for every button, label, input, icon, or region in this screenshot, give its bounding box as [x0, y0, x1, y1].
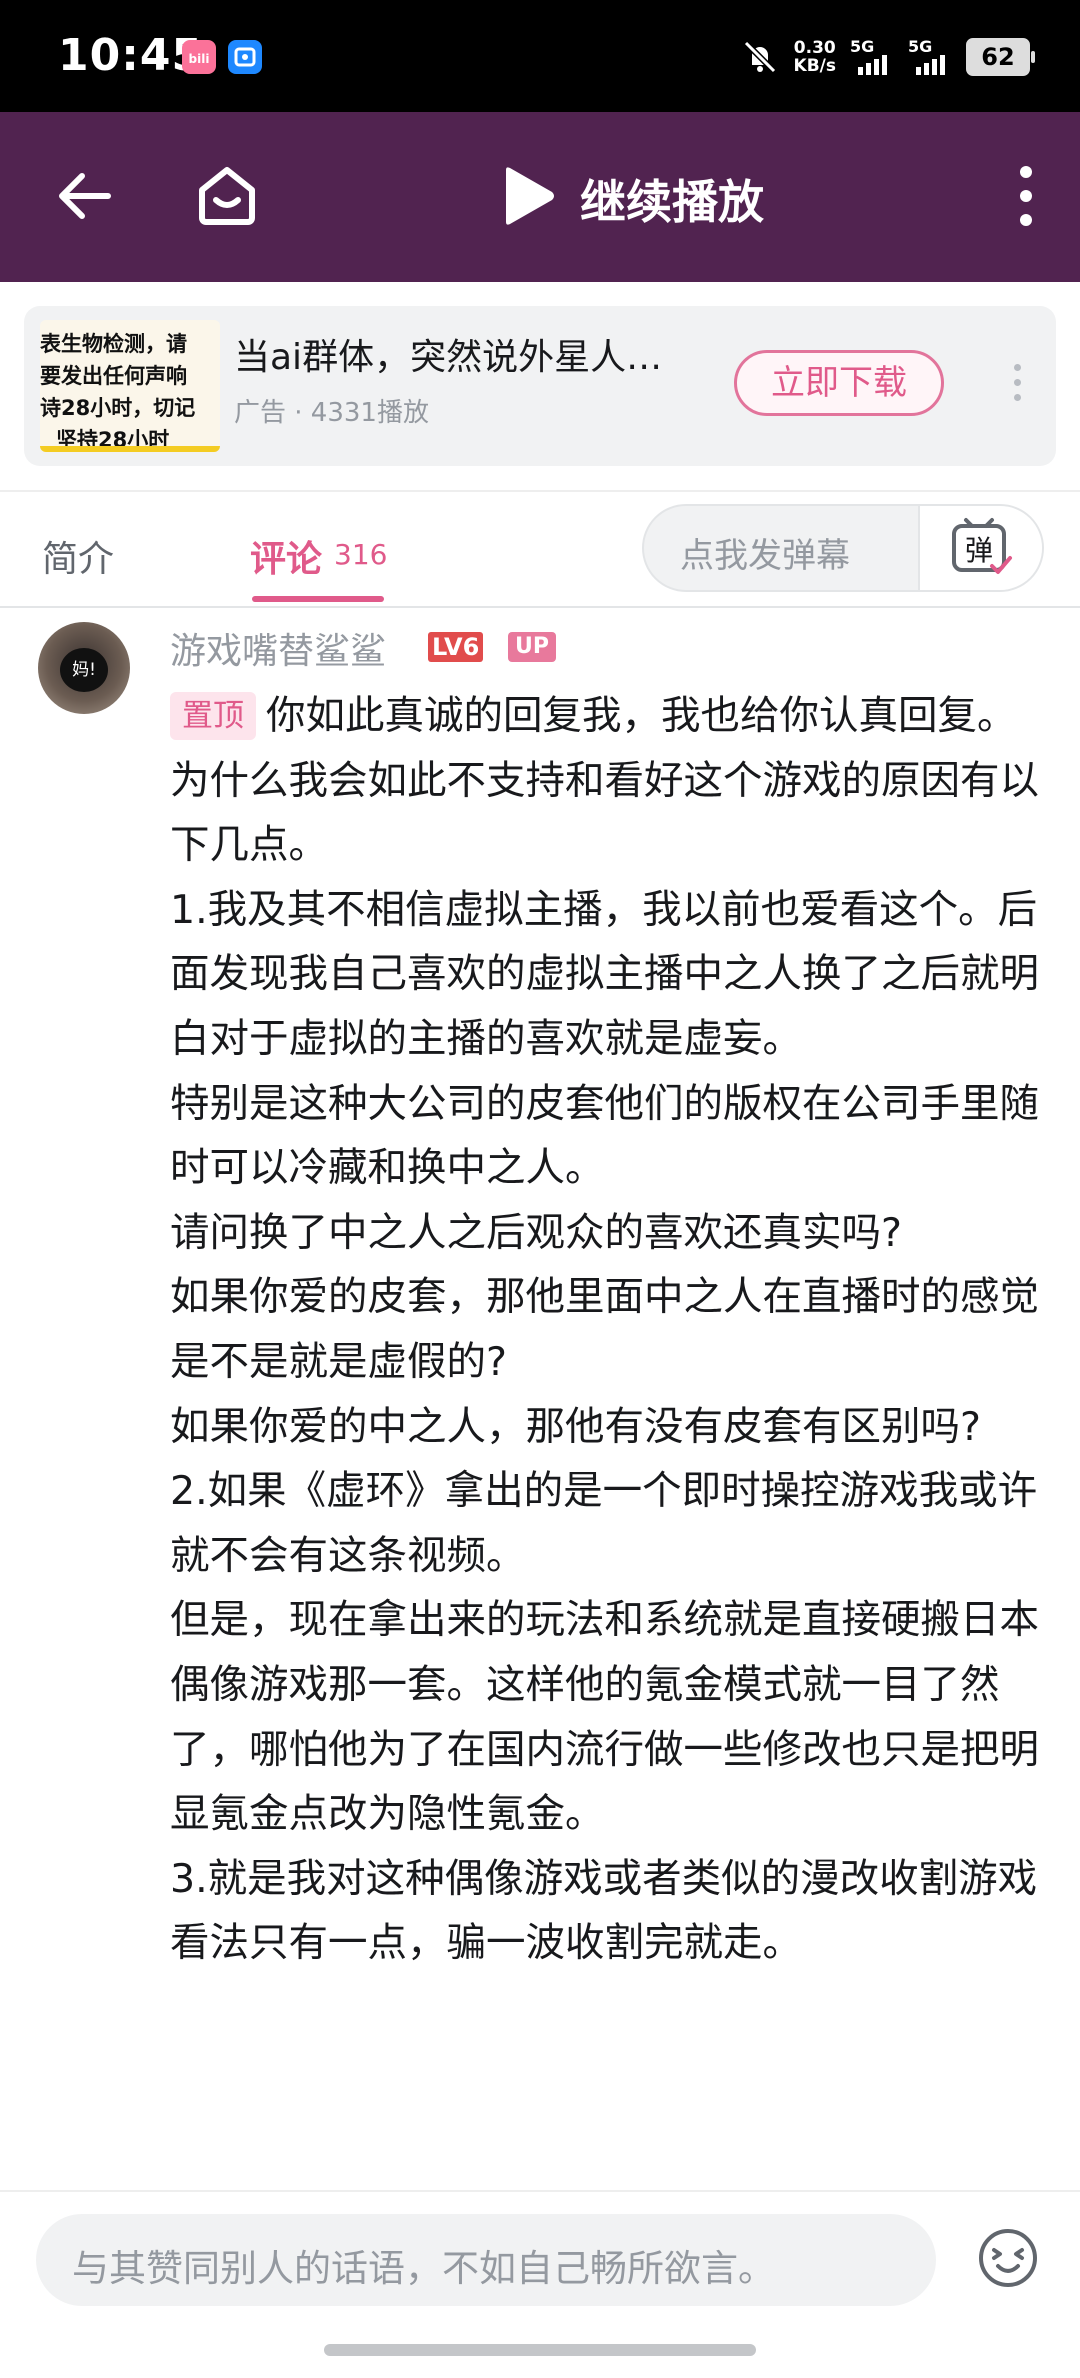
status-bar: 10:45 bili 0.30 KB/s 5G 5G 62	[0, 0, 1080, 112]
danmaku-icon-text: 弹	[965, 534, 993, 567]
danmaku-input[interactable]: 点我发弹幕 弹	[642, 504, 1044, 592]
sim2-label: 5G	[908, 37, 933, 56]
battery-icon: 62	[966, 38, 1035, 76]
level-badge: LV6	[428, 632, 484, 662]
continue-play-title[interactable]: 继续播放	[580, 166, 764, 232]
comment-text: 你如此真诚的回复我，我也给你认真回复。	[266, 693, 1017, 739]
comment-paragraph: 请问换了中之人之后观众的喜欢还真实吗?	[170, 1209, 902, 1256]
comment-body[interactable]: 置顶 你如此真诚的回复我，我也给你认真回复。 为什么我会如此不支持和看好这个游戏的…	[170, 684, 1046, 1976]
danmaku-icon: 弹	[952, 518, 1012, 574]
net-speed: 0.30 KB/s	[794, 39, 836, 75]
comment-paragraph: 为什么我会如此不支持和看好这个游戏的原因有以下几点。	[170, 757, 1039, 869]
comment-paragraph: 但是，现在拿出来的玩法和系统就是直接硬搬日本偶像游戏那一套。这样他的氪金模式就一…	[170, 1597, 1039, 1838]
net-speed-value: 0.30	[793, 38, 836, 58]
danmaku-toggle-button[interactable]: 弹	[918, 506, 1042, 590]
danmaku-placeholder: 点我发弹幕	[680, 536, 850, 576]
comment-paragraph: 置顶 你如此真诚的回复我，我也给你认真回复。	[170, 684, 1046, 749]
comment-count: 316	[334, 538, 388, 571]
comment-input[interactable]: 与其赞同别人的话语，不如自己畅所欲言。	[36, 2214, 936, 2306]
back-arrow-icon[interactable]	[52, 164, 116, 228]
comment-paragraph: 如果你爱的皮套，那他里面中之人在直播时的感觉是不是就是虚假的?	[170, 1274, 1039, 1385]
ad-card[interactable]: 表生物检测，请 要发出任何声响 诗28小时，切记 坚持28小时 当ai群体，突然…	[24, 306, 1056, 466]
tab-intro[interactable]: 简介	[42, 530, 114, 582]
home-icon[interactable]	[192, 160, 262, 230]
ad-title[interactable]: 当ai群体，突然说外星人…	[234, 328, 662, 380]
ad-thumb-line: 要发出任何声响	[40, 364, 187, 388]
comment-input-placeholder: 与其赞同别人的话语，不如自己畅所欲言。	[72, 2247, 775, 2290]
ad-thumb-stripe	[40, 446, 220, 452]
play-icon[interactable]	[498, 164, 558, 228]
battery-level: 62	[981, 43, 1015, 71]
sim1-label: 5G	[850, 37, 875, 56]
comment-paragraph: 1.我及其不相信虚拟主播，我以前也爱看这个。后面发现我自己喜欢的虚拟主播中之人换…	[170, 886, 1039, 1062]
comment-paragraph: 特别是这种大公司的皮套他们的版权在公司手里随时可以冷藏和换中之人。	[170, 1080, 1039, 1192]
avatar-text: 妈!	[60, 648, 108, 692]
comment-paragraph: 如果你爱的中之人，那他有没有皮套有区别吗?	[170, 1403, 981, 1450]
ad-thumbnail[interactable]: 表生物检测，请 要发出任何声响 诗28小时，切记 坚持28小时	[40, 320, 220, 452]
ad-meta: 广告 · 4331播放	[234, 398, 429, 428]
emoji-icon[interactable]	[976, 2226, 1040, 2290]
bilibili-app-icon: bili	[182, 40, 216, 74]
mute-icon	[743, 40, 776, 74]
active-tab-indicator	[252, 596, 384, 602]
ad-thumb-line: 表生物检测，请	[40, 332, 187, 356]
tab-comments[interactable]: 评论	[250, 530, 322, 582]
comment-paragraph: 3.就是我对这种偶像游戏或者类似的漫改收割游戏看法只有一点，骗一波收割完就走。	[170, 1855, 1038, 1967]
net-speed-unit: KB/s	[793, 56, 836, 76]
top-app-bar: 继续播放	[0, 112, 1080, 282]
comment-input-bar: 与其赞同别人的话语，不如自己畅所欲言。	[0, 2190, 1080, 2378]
gesture-bar[interactable]	[324, 2344, 756, 2356]
download-button[interactable]: 立即下载	[734, 350, 944, 416]
signal-icon-2: 5G	[908, 37, 952, 77]
pinned-badge: 置顶	[170, 692, 256, 740]
tab-bar: 简介 评论 316 点我发弹幕 弹	[0, 490, 1080, 608]
ad-more-icon[interactable]	[1014, 364, 1022, 404]
svg-text:bili: bili	[189, 52, 210, 66]
comment-username[interactable]: 游戏嘴替鲨鲨	[170, 622, 386, 674]
more-vertical-icon[interactable]	[1016, 164, 1036, 228]
comment-paragraph: 2.如果《虚环》拿出的是一个即时操控游戏我或许就不会有这条视频。	[170, 1468, 1038, 1579]
signal-icon: 5G	[850, 37, 894, 77]
status-right: 0.30 KB/s 5G 5G 62	[740, 32, 1035, 82]
avatar[interactable]: 妈!	[38, 622, 130, 714]
ad-thumb-line: 诗28小时，切记	[40, 396, 196, 420]
up-badge: UP	[508, 632, 556, 662]
store-app-icon	[228, 40, 262, 74]
